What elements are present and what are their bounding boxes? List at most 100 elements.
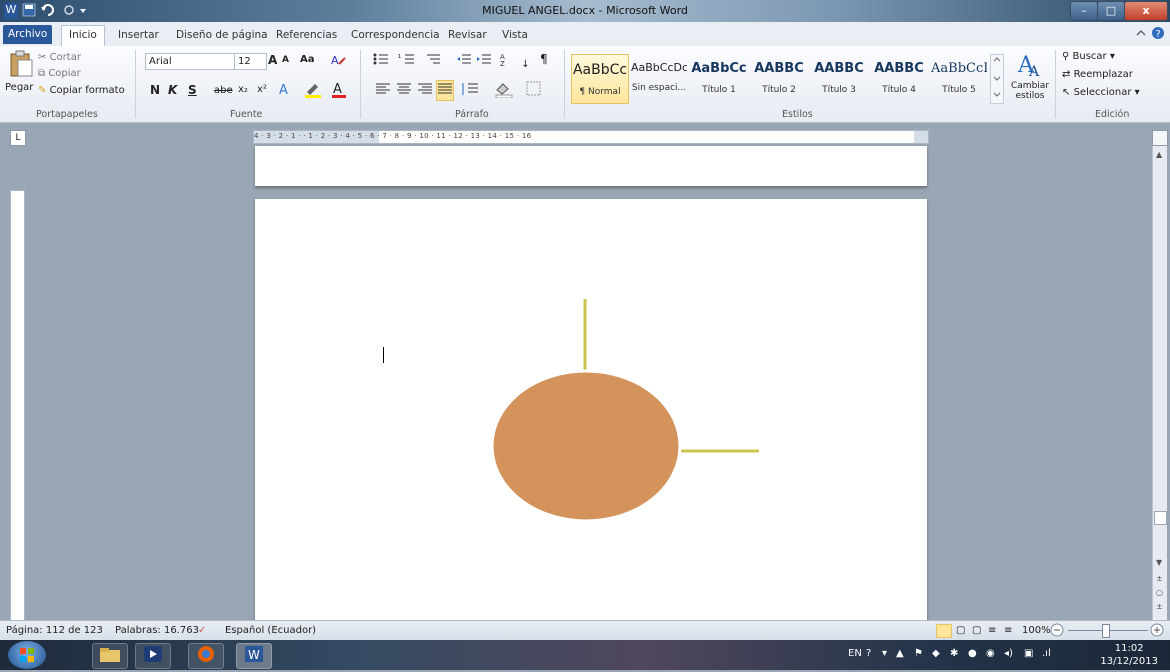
paste-label[interactable]: Pegar	[5, 82, 33, 93]
tab-diseno-de-pagina[interactable]: Diseño de página	[176, 26, 268, 44]
tab-stop-selector[interactable]: L	[10, 130, 26, 146]
multilevel-list-icon[interactable]	[424, 52, 446, 69]
scroll-up-icon[interactable]: ▲	[1156, 150, 1162, 159]
select-button[interactable]: ↖ Seleccionar ▾	[1062, 87, 1140, 98]
subscript-button[interactable]: x₂	[238, 84, 248, 95]
numbering-icon[interactable]: 1	[398, 52, 420, 69]
full-screen-reading-icon[interactable]: ▢	[956, 625, 965, 636]
decrease-indent-icon[interactable]	[456, 52, 472, 69]
page-count[interactable]: Página: 112 de 123	[6, 625, 103, 636]
borders-icon[interactable]	[526, 81, 542, 100]
spell-check-icon[interactable]: ✓	[198, 625, 206, 636]
tab-archivo[interactable]: Archivo	[3, 25, 53, 44]
clear-format-icon[interactable]: A	[330, 52, 346, 71]
align-center-icon[interactable]	[396, 82, 412, 99]
style-titulo-2[interactable]: AABBC Título 2	[751, 54, 807, 102]
vertical-ruler[interactable]	[10, 190, 25, 622]
security-tray-icon[interactable]: ●	[968, 648, 977, 659]
tab-referencias[interactable]: Referencias	[276, 26, 337, 44]
tab-insertar[interactable]: Insertar	[118, 26, 159, 44]
scroll-thumb[interactable]	[1154, 511, 1167, 525]
explorer-taskbar-icon[interactable]	[92, 643, 128, 669]
show-hidden-icons[interactable]: ▲	[896, 648, 904, 659]
shading-icon[interactable]	[494, 80, 516, 101]
zoom-in-icon[interactable]	[1150, 623, 1164, 640]
text-effects-icon[interactable]: A	[277, 80, 297, 101]
zoom-out-icon[interactable]	[1050, 623, 1064, 640]
media-player-taskbar-icon[interactable]	[135, 643, 171, 669]
horizontal-ruler[interactable]: 4 · 3 · 2 · 1 · · 1 · 2 · 3 · 4 · 5 · 6 …	[253, 130, 929, 144]
language-bar[interactable]: EN	[848, 648, 862, 659]
italic-button[interactable]: K	[168, 83, 177, 97]
power-tray-icon[interactable]: ▣	[1024, 648, 1033, 659]
draft-icon[interactable]: ≡	[1004, 625, 1012, 636]
sort-button[interactable]: AZ ↓	[500, 51, 530, 70]
print-layout-icon[interactable]	[936, 624, 952, 638]
bullets-icon[interactable]	[372, 52, 394, 69]
grow-font-button[interactable]: A	[268, 53, 277, 67]
cut-button[interactable]: ✂ Cortar	[38, 52, 81, 63]
minimize-ribbon-icon[interactable]	[1136, 26, 1146, 44]
word-taskbar-icon[interactable]: W	[236, 643, 272, 669]
change-case-button[interactable]: Aa	[300, 54, 315, 65]
bold-button[interactable]: N	[150, 83, 160, 97]
replace-button[interactable]: ⇄ Reemplazar	[1062, 69, 1133, 80]
format-painter-button[interactable]: ✎ Copiar formato	[38, 85, 125, 96]
maximize-button[interactable]: □	[1097, 1, 1125, 21]
shrink-font-button[interactable]: A	[282, 55, 289, 65]
style-titulo-4[interactable]: AABBC Título 4	[871, 54, 927, 102]
help-icon[interactable]: ?	[1151, 26, 1165, 44]
style-normal[interactable]: AaBbCc ¶ Normal	[571, 54, 629, 104]
sync-tray-icon[interactable]: ◉	[986, 648, 995, 659]
tab-revisar[interactable]: Revisar	[448, 26, 487, 44]
superscript-button[interactable]: x²	[257, 84, 267, 95]
vertical-scrollbar[interactable]: ▲ ▼ ± ○ ±	[1152, 146, 1167, 620]
change-styles-button[interactable]: AA Cambiar estilos	[1008, 50, 1052, 101]
language-indicator[interactable]: Español (Ecuador)	[225, 625, 316, 636]
firefox-taskbar-icon[interactable]	[188, 643, 224, 669]
next-page-icon[interactable]: ±	[1156, 602, 1163, 611]
tab-vista[interactable]: Vista	[502, 26, 528, 44]
outline-icon[interactable]: ≡	[988, 625, 996, 636]
network-tray-icon[interactable]: ▾	[882, 648, 887, 659]
strikethrough-button[interactable]: abe	[214, 85, 233, 96]
highlight-icon[interactable]	[303, 80, 325, 101]
style-titulo-5[interactable]: AaBbCcI Título 5	[931, 54, 987, 102]
align-right-icon[interactable]	[417, 82, 433, 99]
font-name-combo[interactable]: Arial	[145, 53, 235, 70]
start-button[interactable]	[8, 641, 46, 669]
find-button[interactable]: ⚲ Buscar ▾	[1062, 51, 1115, 62]
font-size-combo[interactable]: 12	[234, 53, 267, 70]
style-titulo-3[interactable]: AABBC Título 3	[811, 54, 867, 102]
word-count[interactable]: Palabras: 16.763	[115, 625, 199, 636]
line-spacing-icon[interactable]	[460, 82, 480, 99]
web-layout-icon[interactable]: ▢	[972, 625, 981, 636]
font-color-icon[interactable]: A	[330, 80, 350, 101]
minimize-button[interactable]: –	[1070, 1, 1098, 21]
style-sin-espaciado[interactable]: AaBbCcDc Sin espaci...	[631, 54, 687, 102]
style-titulo-1[interactable]: AaBbCc Título 1	[691, 54, 747, 102]
styles-scroll[interactable]	[990, 54, 1004, 104]
browse-object-icon[interactable]: ○	[1156, 588, 1163, 597]
align-left-icon[interactable]	[375, 82, 391, 99]
tab-correspondencia[interactable]: Correspondencia	[351, 26, 440, 44]
previous-page-icon[interactable]: ±	[1156, 574, 1163, 583]
zoom-slider-thumb[interactable]	[1102, 624, 1110, 638]
close-button[interactable]: x	[1124, 1, 1168, 21]
justify-icon[interactable]	[436, 80, 454, 101]
copy-button[interactable]: ⧉ Copiar	[38, 68, 81, 79]
tab-inicio[interactable]: Inicio	[61, 25, 105, 46]
zoom-level[interactable]: 100%	[1022, 625, 1051, 636]
scroll-down-icon[interactable]: ▼	[1156, 558, 1162, 567]
app-tray-icon[interactable]: ◆	[932, 648, 940, 659]
flag-icon[interactable]: ⚑	[914, 648, 923, 659]
help-tray-icon[interactable]: ?	[866, 648, 871, 659]
bluetooth-tray-icon[interactable]: ✱	[950, 648, 958, 659]
page-current[interactable]	[255, 199, 927, 620]
underline-button[interactable]: S	[188, 83, 197, 97]
increase-indent-icon[interactable]	[476, 52, 492, 69]
paste-button[interactable]	[8, 50, 34, 81]
signal-icon[interactable]: .ıl	[1042, 648, 1051, 659]
volume-icon[interactable]: ◂)	[1004, 648, 1013, 659]
system-clock[interactable]: 11:02 13/12/2013	[1100, 642, 1158, 668]
